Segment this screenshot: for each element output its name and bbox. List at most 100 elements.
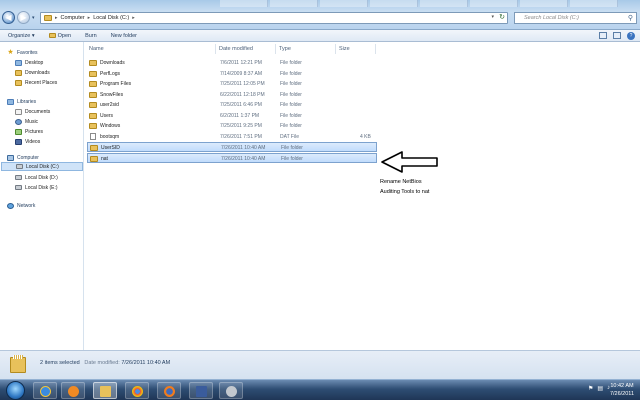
forward-arrow-icon[interactable]: ▶ xyxy=(17,11,30,24)
column-divider[interactable] xyxy=(375,44,376,54)
recent-pages-dropdown-icon[interactable]: ▾ xyxy=(32,15,35,21)
folder-icon xyxy=(90,145,98,151)
chrome-icon xyxy=(132,386,143,397)
column-header-name[interactable]: Name xyxy=(89,46,104,52)
sidebar-label: Recent Places xyxy=(25,79,58,86)
background-tab xyxy=(270,0,318,7)
sidebar-item-recent-places[interactable]: Recent Places xyxy=(15,78,57,87)
file-name: bootsqm xyxy=(100,133,120,140)
network-tray-icon[interactable]: ▤ xyxy=(597,385,603,392)
file-type: File folder xyxy=(280,112,302,119)
taskbar-dev-app[interactable] xyxy=(189,382,213,399)
file-date: 6/22/2011 12:18 PM xyxy=(220,91,265,98)
sidebar-item-downloads[interactable]: Downloads xyxy=(15,68,50,77)
search-input[interactable]: Search Local Disk (C:) ⚲ xyxy=(514,12,637,24)
file-row[interactable]: Windows 7/25/2011 9:25 PM File folder xyxy=(87,121,377,131)
title-bar: ◀ ▶ ▾ ▸ Computer ▸ Local Disk (C:) ▸ ▾ ↻… xyxy=(0,0,640,30)
burn-button[interactable]: Burn xyxy=(85,33,97,39)
taskbar-internet-explorer[interactable] xyxy=(33,382,57,399)
address-bar[interactable]: ▸ Computer ▸ Local Disk (C:) ▸ ▾ ↻ xyxy=(40,12,508,24)
sidebar-label: Downloads xyxy=(25,69,50,76)
taskbar-chrome[interactable] xyxy=(125,382,149,399)
breadcrumb-local-disk[interactable]: Local Disk (C:) xyxy=(93,15,129,21)
file-row[interactable]: user2sid 7/25/2011 6:46 PM File folder xyxy=(87,100,377,110)
sidebar-item-videos[interactable]: Videos xyxy=(15,137,40,146)
flag-icon[interactable]: ⚑ xyxy=(588,385,593,392)
sidebar-item-local-disk-d[interactable]: Local Disk (D:) xyxy=(15,173,58,182)
folder-icon xyxy=(89,81,97,87)
column-divider[interactable] xyxy=(335,44,336,54)
background-tab xyxy=(420,0,468,7)
breadcrumb-computer[interactable]: Computer xyxy=(61,15,85,21)
help-icon[interactable]: ? xyxy=(627,32,635,40)
search-icon[interactable]: ⚲ xyxy=(628,14,633,24)
column-header-date[interactable]: Date modified xyxy=(219,46,253,52)
open-button[interactable]: Open xyxy=(48,32,72,39)
column-divider[interactable] xyxy=(215,44,216,54)
back-arrow-icon[interactable]: ◀ xyxy=(2,11,15,24)
explorer-folder-icon xyxy=(100,386,111,397)
file-type: File folder xyxy=(280,102,302,108)
taskbar-media-player[interactable] xyxy=(61,382,85,399)
sidebar-label: Local Disk (C:) xyxy=(26,163,59,170)
taskbar-firefox[interactable] xyxy=(157,382,181,399)
sidebar-item-local-disk-e[interactable]: Local Disk (E:) xyxy=(15,183,58,192)
file-row[interactable]: bootsqm 7/26/2011 7:51 PM DAT File 4 KB xyxy=(87,132,377,142)
folder-icon xyxy=(89,91,97,98)
chevron-right-icon[interactable]: ▸ xyxy=(55,15,58,21)
file-row-selected[interactable]: nat 7/26/2011 10:40 AM File folder xyxy=(87,152,377,163)
open-label: Open xyxy=(57,32,72,39)
file-row[interactable]: Downloads 7/6/2011 12:21 PM File folder xyxy=(87,58,377,68)
network-icon xyxy=(7,202,14,209)
background-tab xyxy=(220,0,268,7)
hard-disk-icon xyxy=(16,164,23,169)
details-summary: 2 items selected Date modified: 7/26/201… xyxy=(40,360,170,366)
background-tab xyxy=(320,0,368,7)
sidebar-item-computer[interactable]: Computer xyxy=(7,153,39,162)
column-divider[interactable] xyxy=(275,44,276,54)
sidebar-item-favorites[interactable]: ★ Favorites xyxy=(7,48,38,57)
new-folder-button[interactable]: New folder xyxy=(111,33,137,39)
column-header-size[interactable]: Size xyxy=(339,46,350,52)
new-folder-label: New folder xyxy=(110,32,137,39)
date-modified-label: Date modified: xyxy=(84,360,120,366)
address-dropdown-icon[interactable]: ▾ xyxy=(491,14,494,20)
sidebar-item-music[interactable]: Music xyxy=(15,117,38,126)
sidebar-item-pictures[interactable]: Pictures xyxy=(15,127,43,136)
chevron-right-icon[interactable]: ▸ xyxy=(88,15,91,21)
change-view-icon[interactable] xyxy=(599,32,607,39)
sidebar-item-documents[interactable]: Documents xyxy=(15,107,50,116)
folder-icon xyxy=(48,33,56,38)
organize-button[interactable]: Organize ▾ xyxy=(8,33,35,39)
taskbar-clock[interactable]: 10:42 AM 7/26/2011 xyxy=(610,382,634,398)
sidebar-label: Documents xyxy=(25,108,51,115)
file-row[interactable]: Program Files 7/25/2011 12:05 PM File fo… xyxy=(87,79,377,89)
sidebar-item-local-disk-c[interactable]: Local Disk (C:) xyxy=(1,162,83,171)
file-row[interactable]: PerfLogs 7/14/2009 8:37 AM File folder xyxy=(87,69,377,79)
chevron-right-icon[interactable]: ▸ xyxy=(132,15,135,21)
burn-label: Burn xyxy=(85,32,97,39)
sidebar-label: Desktop xyxy=(25,59,44,66)
windows-orb-icon[interactable] xyxy=(6,381,25,400)
file-date: 7/6/2011 12:21 PM xyxy=(220,60,262,66)
file-icon xyxy=(90,132,96,140)
sidebar-label: Favorites xyxy=(17,49,38,56)
annotation-arrow xyxy=(381,151,438,173)
view-controls: ? xyxy=(599,32,635,40)
refresh-icon[interactable]: ↻ xyxy=(499,13,505,21)
folder-icon xyxy=(89,123,97,129)
file-row-selected[interactable]: UserSID 7/26/2011 10:40 AM File folder xyxy=(87,142,377,152)
sidebar-item-network[interactable]: Network xyxy=(7,201,35,210)
selection-count: 2 items selected xyxy=(40,360,80,366)
folder-icon xyxy=(89,112,97,119)
sidebar-item-libraries[interactable]: Libraries xyxy=(7,97,36,106)
computer-icon xyxy=(7,154,14,161)
taskbar-windows-explorer[interactable] xyxy=(93,382,117,399)
preview-pane-icon[interactable] xyxy=(613,32,621,39)
sidebar-item-desktop[interactable]: Desktop xyxy=(15,58,43,67)
column-header-type[interactable]: Type xyxy=(279,46,291,52)
taskbar-app[interactable] xyxy=(219,382,243,399)
file-row[interactable]: Users 6/2/2011 1:37 PM File folder xyxy=(87,111,377,121)
file-row[interactable]: SnowFiles 6/22/2011 12:18 PM File folder xyxy=(87,90,377,100)
annotation-line: Auditing Tools to nat xyxy=(380,189,430,195)
